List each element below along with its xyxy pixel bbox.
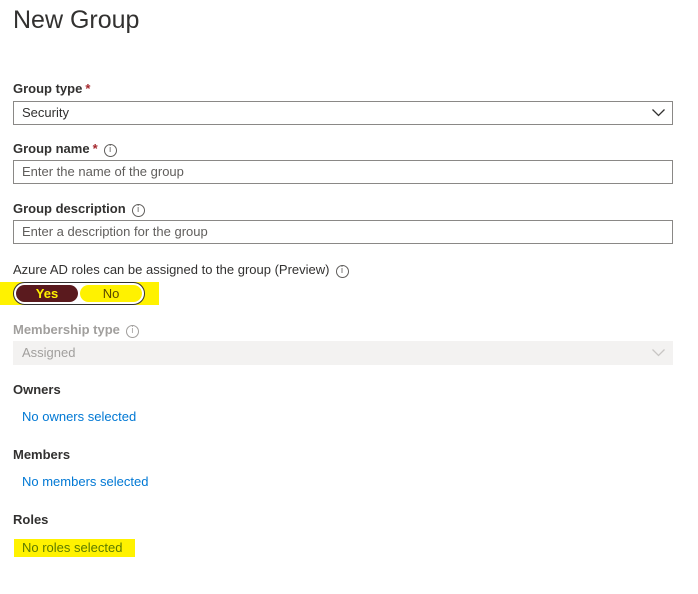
group-name-input[interactable]: Enter the name of the group (13, 160, 673, 184)
roles-link[interactable]: No roles selected (22, 539, 122, 556)
azure-roles-label-text: Azure AD roles can be assigned to the gr… (13, 262, 330, 277)
group-type-dropdown[interactable]: Security (13, 101, 673, 125)
owners-link[interactable]: No owners selected (22, 408, 136, 425)
group-type-label-text: Group type (13, 81, 83, 96)
azure-roles-toggle[interactable]: Yes No (13, 282, 145, 305)
membership-type-value: Assigned (22, 345, 76, 360)
membership-type-label: Membership type i (13, 321, 139, 338)
group-name-label: Group name * i (13, 140, 117, 157)
info-icon[interactable]: i (125, 325, 139, 338)
page-title: New Group (13, 6, 140, 34)
required-mark: * (85, 81, 91, 96)
azure-roles-label: Azure AD roles can be assigned to the gr… (13, 261, 349, 278)
roles-label: Roles (13, 512, 49, 527)
membership-type-dropdown: Assigned (13, 341, 673, 365)
group-name-placeholder: Enter the name of the group (22, 164, 184, 179)
chevron-down-icon (652, 349, 665, 357)
chevron-down-icon (652, 109, 665, 117)
members-label: Members (13, 447, 71, 462)
group-name-label-text: Group name (13, 141, 90, 156)
group-type-label: Group type * (13, 80, 90, 97)
info-icon[interactable]: i (131, 204, 145, 217)
toggle-option-yes[interactable]: Yes (16, 285, 78, 302)
membership-type-label-text: Membership type (13, 322, 120, 337)
members-link[interactable]: No members selected (22, 473, 148, 490)
group-type-value: Security (22, 105, 69, 120)
owners-label: Owners (13, 382, 61, 397)
group-description-input[interactable]: Enter a description for the group (13, 220, 673, 244)
group-description-placeholder: Enter a description for the group (22, 224, 208, 239)
info-icon[interactable]: i (103, 144, 117, 157)
required-mark: * (92, 141, 98, 156)
info-icon[interactable]: i (335, 265, 349, 278)
group-description-label-text: Group description (13, 201, 126, 216)
group-description-label: Group description i (13, 200, 145, 217)
toggle-option-no[interactable]: No (80, 285, 142, 302)
